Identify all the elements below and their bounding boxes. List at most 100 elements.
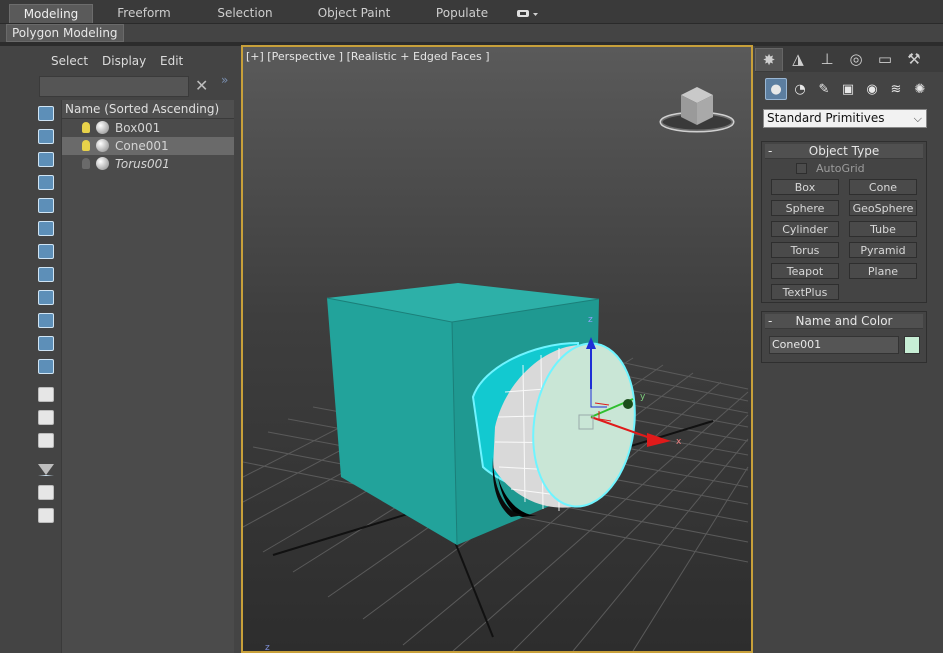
- object-name: Box001: [115, 121, 161, 135]
- command-panel-tabs: ✸ ◮ ⊥ ◎ ▭ ⚒: [755, 46, 943, 72]
- utilities-icon: ⚒: [907, 50, 921, 68]
- select-all-icon[interactable]: [35, 385, 57, 404]
- layer-explorer-icon[interactable]: [35, 506, 57, 525]
- tab-display[interactable]: ▭: [871, 48, 899, 71]
- ribbon-tab-modeling[interactable]: Modeling: [9, 4, 93, 23]
- display-bones-icon[interactable]: [35, 288, 57, 307]
- tab-motion[interactable]: ◎: [842, 48, 870, 71]
- menu-display[interactable]: Display: [102, 54, 146, 68]
- create-torus-button[interactable]: Torus: [771, 242, 839, 258]
- object-color-swatch[interactable]: [904, 336, 920, 354]
- tab-modify[interactable]: ◮: [784, 48, 812, 71]
- primitive-type-dropdown[interactable]: Standard Primitives ⌵: [763, 109, 927, 128]
- create-sphere-button[interactable]: Sphere: [771, 200, 839, 216]
- display-helpers-icon[interactable]: [35, 196, 57, 215]
- select-invert-icon[interactable]: [35, 431, 57, 450]
- autogrid-label: AutoGrid: [816, 162, 865, 175]
- create-icon: ✸: [762, 50, 776, 69]
- collapse-minus-icon[interactable]: -: [768, 314, 772, 328]
- rollout-title: Object Type: [808, 144, 880, 158]
- category-systems[interactable]: ✺: [909, 78, 931, 100]
- scene-explorer: Select Display Edit ✕ » Name (Sorted Asc…: [35, 46, 235, 653]
- menu-edit[interactable]: Edit: [160, 54, 183, 68]
- geometry-sphere-icon[interactable]: [96, 157, 109, 170]
- create-plane-button[interactable]: Plane: [849, 263, 917, 279]
- find-icon[interactable]: [35, 483, 57, 502]
- ribbon-subtab-polygon-modeling[interactable]: Polygon Modeling: [6, 24, 124, 42]
- cameras-icon: ▣: [841, 81, 855, 97]
- category-shapes[interactable]: ◔: [789, 78, 811, 100]
- object-name-field[interactable]: Cone001: [769, 336, 899, 354]
- shapes-icon: ◔: [794, 81, 806, 97]
- systems-icon: ✺: [914, 81, 926, 97]
- list-item[interactable]: Torus001: [62, 155, 234, 173]
- scene-explorer-menu: Select Display Edit: [35, 46, 235, 74]
- max-app-window: Modeling Freeform Selection Object Paint…: [0, 0, 943, 653]
- category-spacewarps[interactable]: ≋: [885, 78, 907, 100]
- clear-search-icon[interactable]: ✕: [195, 77, 208, 95]
- create-pyramid-button[interactable]: Pyramid: [849, 242, 917, 258]
- display-lights-icon[interactable]: [35, 150, 57, 169]
- spacewarps-icon: ≋: [890, 81, 902, 97]
- display-spacewarps-icon[interactable]: [35, 219, 57, 238]
- filter-icon[interactable]: [35, 460, 57, 479]
- display-hidden-icon[interactable]: [35, 357, 57, 376]
- tab-hierarchy[interactable]: ⊥: [813, 48, 841, 71]
- light-bulb-icon[interactable]: [82, 140, 90, 151]
- command-panel: ✸ ◮ ⊥ ◎ ▭ ⚒ ● ◔ ✎ ▣ ◉ ≋ ✺ Standard Primi…: [755, 46, 943, 653]
- category-lights[interactable]: ✎: [813, 78, 835, 100]
- collapse-minus-icon[interactable]: -: [768, 144, 772, 158]
- column-header-name[interactable]: Name (Sorted Ascending): [62, 100, 234, 119]
- category-cameras[interactable]: ▣: [837, 78, 859, 100]
- ribbon-tab-populate[interactable]: Populate: [430, 4, 494, 23]
- geometry-sphere-icon[interactable]: [96, 121, 109, 134]
- gizmo-x-label: x: [676, 437, 682, 447]
- create-textplus-button[interactable]: TextPlus: [771, 284, 839, 300]
- tab-create[interactable]: ✸: [755, 48, 783, 71]
- create-tube-button[interactable]: Tube: [849, 221, 917, 237]
- display-geometry-icon[interactable]: [35, 104, 57, 123]
- helpers-icon: ◉: [866, 81, 878, 97]
- menu-select[interactable]: Select: [51, 54, 88, 68]
- viewport-scene: z x y: [243, 87, 749, 651]
- scene-search-input[interactable]: [39, 76, 189, 97]
- lights-icon: ✎: [818, 81, 830, 97]
- light-bulb-off-icon[interactable]: [82, 158, 90, 169]
- create-cylinder-button[interactable]: Cylinder: [771, 221, 839, 237]
- ribbon-tab-freeform[interactable]: Freeform: [110, 4, 178, 23]
- ribbon-minimize-toggle-icon[interactable]: [516, 8, 540, 18]
- scene-object-list: Name (Sorted Ascending) Box001 Cone001 T…: [61, 100, 234, 653]
- tab-utilities[interactable]: ⚒: [900, 48, 928, 71]
- ribbon-tab-selection[interactable]: Selection: [212, 4, 278, 23]
- light-bulb-icon[interactable]: [82, 122, 90, 133]
- object-name: Torus001: [115, 157, 170, 171]
- ribbon-tab-object-paint[interactable]: Object Paint: [312, 4, 396, 23]
- create-teapot-button[interactable]: Teapot: [771, 263, 839, 279]
- geometry-icon: ●: [770, 81, 782, 97]
- rollout-header[interactable]: - Name and Color: [765, 314, 923, 329]
- checkbox-box[interactable]: [796, 163, 807, 174]
- list-item[interactable]: Box001: [62, 119, 234, 137]
- display-frozen-icon[interactable]: [35, 334, 57, 353]
- display-containers-icon[interactable]: [35, 311, 57, 330]
- list-item[interactable]: Cone001: [62, 137, 234, 155]
- rollout-header[interactable]: - Object Type: [765, 144, 923, 159]
- geometry-sphere-icon[interactable]: [96, 139, 109, 152]
- viewcube-icon[interactable]: [659, 87, 735, 133]
- modify-icon: ◮: [792, 50, 804, 68]
- perspective-viewport[interactable]: [+] [Perspective ] [Realistic + Edged Fa…: [241, 45, 753, 653]
- display-xrefs-icon[interactable]: [35, 265, 57, 284]
- display-groups-icon[interactable]: [35, 242, 57, 261]
- create-cone-button[interactable]: Cone: [849, 179, 917, 195]
- display-shapes-icon[interactable]: [35, 127, 57, 146]
- create-geosphere-button[interactable]: GeoSphere: [849, 200, 917, 216]
- create-category-row: ● ◔ ✎ ▣ ◉ ≋ ✺: [763, 78, 939, 102]
- create-box-button[interactable]: Box: [771, 179, 839, 195]
- collapse-panel-icon[interactable]: »: [221, 73, 228, 87]
- category-helpers[interactable]: ◉: [861, 78, 883, 100]
- rollout-title: Name and Color: [795, 314, 893, 328]
- category-geometry[interactable]: ●: [765, 78, 787, 100]
- motion-icon: ◎: [849, 50, 863, 68]
- select-none-icon[interactable]: [35, 408, 57, 427]
- display-cameras-icon[interactable]: [35, 173, 57, 192]
